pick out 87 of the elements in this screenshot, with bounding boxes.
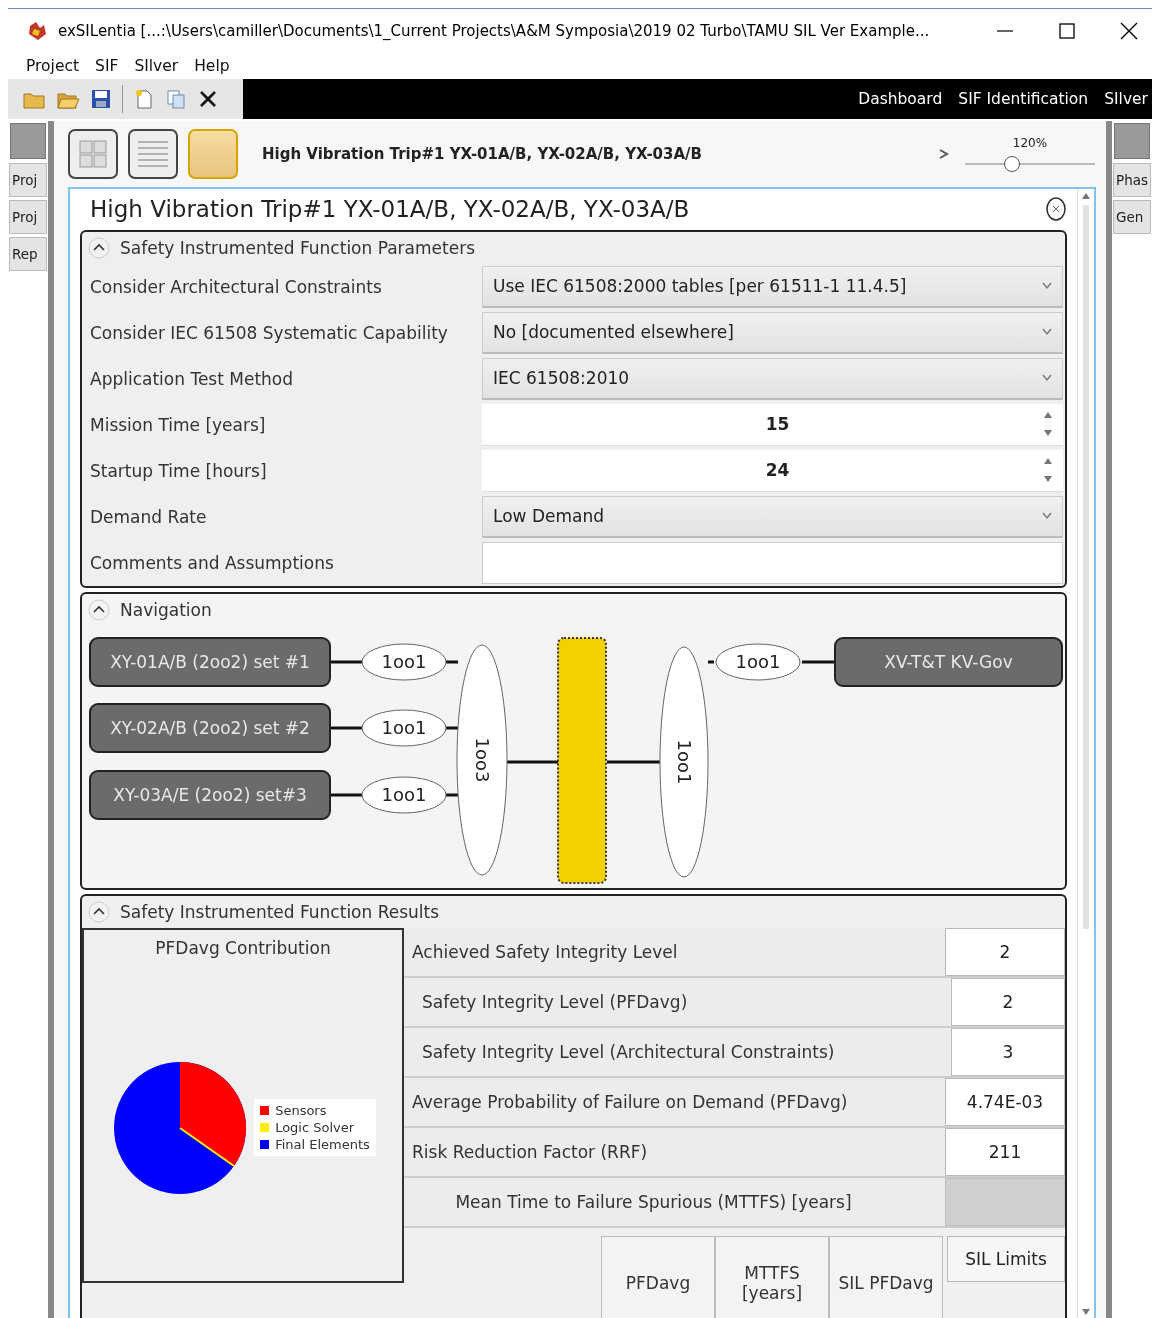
field-label: Consider IEC 61508 Systematic Capability <box>89 322 449 343</box>
side-tab[interactable]: Rep <box>9 237 47 271</box>
nav-link[interactable]: Dashboard <box>858 90 943 108</box>
result-label: Achieved Safety Integrity Level <box>411 940 679 964</box>
window-title: exSILentia [...:\Users\camiller\Documents\1_Current Projects\A&M Symposia\2019 02 Turbo\TAMU SIL Ver Example... <box>58 22 931 40</box>
result-value: 4.74E-03 <box>945 1077 1065 1126</box>
logic-solver-node[interactable] <box>557 636 607 884</box>
panel-toggle[interactable] <box>1114 123 1150 159</box>
result-value: 3 <box>951 1027 1065 1076</box>
result-value: 211 <box>945 1127 1065 1176</box>
voting-node[interactable]: 1oo1 <box>715 643 801 680</box>
slider-thumb[interactable] <box>1003 156 1020 172</box>
zoom-label: 120% <box>1012 136 1048 150</box>
field-label: Application Test Method <box>89 368 295 389</box>
menu-item[interactable]: Project <box>18 57 88 75</box>
column-header: MTTFS [years] <box>715 1235 829 1318</box>
grid-view-button[interactable] <box>68 129 118 179</box>
result-value: 2 <box>945 927 1065 976</box>
menu-item[interactable]: SIlver <box>126 57 187 75</box>
voting-node[interactable]: 1oo1 <box>361 776 447 813</box>
nav-link[interactable]: SIF Identification <box>958 90 1089 108</box>
collapse-icon[interactable] <box>88 236 110 259</box>
dropdown[interactable]: No [documented elsewhere] <box>482 311 1063 354</box>
legend-label: Logic Solver <box>275 1120 355 1135</box>
maximize-icon[interactable] <box>1056 20 1078 42</box>
side-tab[interactable]: Proj <box>9 163 47 197</box>
chevron-down-icon <box>1042 512 1052 520</box>
side-tab[interactable]: Proj <box>9 200 47 234</box>
scroll-down-icon[interactable] <box>1082 1309 1090 1315</box>
panel-title: High Vibration Trip#1 YX-01A/B, YX-02A/B, YX-03A/B <box>90 196 691 223</box>
final-element-node[interactable]: XV-T&T KV-Gov <box>834 636 1063 687</box>
list-icon <box>136 138 170 170</box>
menu-item[interactable]: SIF <box>87 57 127 75</box>
scroll-up-icon[interactable] <box>1082 193 1090 199</box>
grid-icon <box>78 139 108 169</box>
dropdown[interactable]: IEC 61508:2010 <box>482 357 1063 400</box>
legend-label: Final Elements <box>275 1137 370 1152</box>
nav-link[interactable]: SIlver <box>1104 90 1148 108</box>
voting-node[interactable]: 1oo1 <box>659 646 709 877</box>
field-label: Consider Architectural Constraints <box>89 276 383 297</box>
dropdown[interactable]: Use IEC 61508:2000 tables [per 61511-1 11.4.5] <box>482 265 1063 308</box>
voting-node[interactable]: 1oo1 <box>361 643 447 680</box>
new-document-icon[interactable] <box>133 88 155 110</box>
chart-title: PFDavg Contribution <box>155 937 331 958</box>
result-label: Average Probability of Failure on Demand (PFDavg) <box>411 1090 849 1114</box>
copy-icon[interactable] <box>165 88 187 110</box>
legend-label: Sensors <box>275 1103 327 1118</box>
close-icon[interactable] <box>1045 196 1067 223</box>
column-header: SIL Limits <box>947 1235 1065 1282</box>
text-field[interactable] <box>482 541 1063 584</box>
result-label: Safety Integrity Level (Architectural Constraints) <box>421 1040 836 1064</box>
section-title: Navigation <box>120 599 212 620</box>
field-label: Startup Time [hours] <box>89 460 268 481</box>
save-icon[interactable] <box>90 88 112 110</box>
panel-toggle[interactable] <box>10 123 46 159</box>
side-tab[interactable]: Gen <box>1113 200 1151 234</box>
column-header: SIL PFDavg <box>829 1235 943 1318</box>
section-title: Safety Instrumented Function Parameters <box>120 237 475 258</box>
result-label: Mean Time to Failure Spurious (MTTFS) [years] <box>454 1190 853 1214</box>
section-title: Safety Instrumented Function Results <box>120 901 440 922</box>
dropdown[interactable]: Low Demand <box>482 495 1063 538</box>
collapse-icon[interactable] <box>88 598 110 621</box>
chevron-down-icon <box>1042 328 1052 336</box>
voting-node[interactable]: 1oo1 <box>361 709 447 746</box>
app-logo-icon <box>26 20 48 42</box>
result-label: Safety Integrity Level (PFDavg) <box>421 990 689 1014</box>
result-value: 2 <box>951 977 1065 1026</box>
column-header: PFDavg <box>601 1235 715 1318</box>
chevron-down-icon <box>1042 282 1052 290</box>
number-field[interactable]: 15 <box>482 403 1063 446</box>
result-label: Risk Reduction Factor (RRF) <box>411 1140 649 1164</box>
number-field[interactable]: 24 <box>482 449 1063 492</box>
field-label: Demand Rate <box>89 506 208 527</box>
menu-item[interactable]: Help <box>186 57 238 75</box>
list-view-button[interactable] <box>128 129 178 179</box>
sensor-node[interactable]: XY-02A/B (2oo2) set #2 <box>89 702 331 753</box>
close-icon[interactable] <box>1118 20 1140 42</box>
field-label: Comments and Assumptions <box>89 552 335 573</box>
side-tab[interactable]: Phas <box>1113 163 1151 197</box>
collapse-icon[interactable] <box>88 900 110 923</box>
document-title: High Vibration Trip#1 YX-01A/B, YX-02A/B, YX-03A/B <box>262 145 703 163</box>
sensor-node[interactable]: XY-03A/E (2oo2) set#3 <box>89 769 331 820</box>
field-label: Mission Time [years] <box>89 414 267 435</box>
sensor-node[interactable]: XY-01A/B (2oo2) set #1 <box>89 636 331 687</box>
scroll-thumb[interactable] <box>1083 205 1089 929</box>
chevron-down-icon <box>1042 374 1052 382</box>
voting-node[interactable]: 1oo3 <box>456 644 508 875</box>
